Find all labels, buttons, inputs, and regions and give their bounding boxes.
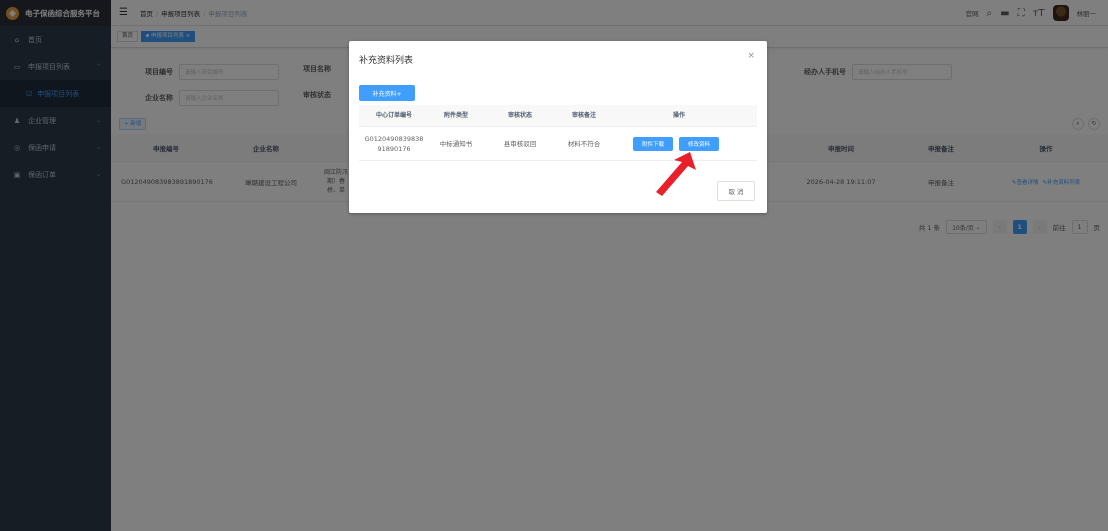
dialog-table-header: 中心订单编号 附件类型 审核状态 审核备注 操作: [359, 105, 757, 127]
dlg-col-order: 中心订单编号: [375, 111, 412, 119]
annotation-arrow-icon: [656, 152, 696, 196]
edit-material-button[interactable]: 修改资料: [679, 137, 719, 151]
dlg-col-remark: 审核备注: [571, 111, 596, 119]
download-attachment-button[interactable]: 附件下载: [633, 137, 673, 151]
dlg-cell-status: 县审核驳回: [503, 139, 537, 148]
dlg-order-line: 91890176: [377, 144, 411, 153]
dlg-cell-order: G0120490839838 91890176: [359, 127, 429, 160]
supplement-dialog: 补充资料列表 × 补充资料+ 中心订单编号 附件类型 审核状态 审核备注 操作 …: [349, 41, 767, 213]
cancel-button[interactable]: 取 消: [717, 181, 755, 201]
dlg-col-actions: 操作: [672, 111, 685, 119]
dlg-order-line: G0120490839838: [364, 134, 424, 143]
dlg-cell-remark: 材料不符合: [567, 139, 601, 148]
dialog-title: 补充资料列表: [359, 56, 414, 66]
add-supplement-button[interactable]: 补充资料+: [359, 85, 415, 101]
dlg-cell-type: 中标通知书: [439, 139, 473, 148]
dlg-col-type: 附件类型: [443, 111, 468, 119]
dlg-col-status: 审核状态: [507, 111, 532, 119]
close-icon[interactable]: ×: [747, 51, 755, 61]
